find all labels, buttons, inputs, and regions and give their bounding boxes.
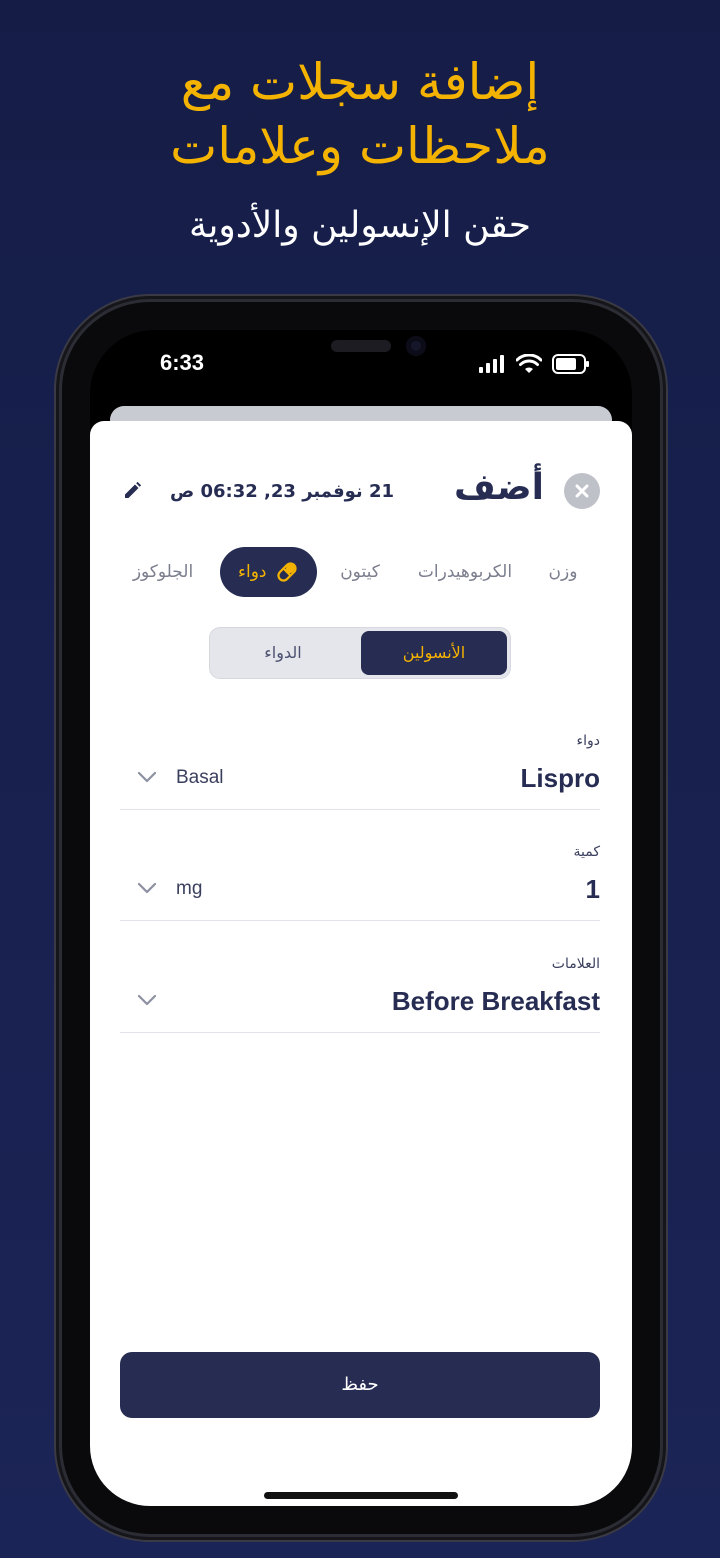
record-datetime[interactable]: 21 نوفمبر 23, 06:32 ص <box>170 481 394 502</box>
medication-field[interactable]: دواء Lispro Basal <box>120 721 600 810</box>
tab-medication[interactable]: دواء <box>220 547 317 597</box>
volume-up-button <box>55 586 61 678</box>
segment-medication[interactable]: الدواء <box>210 631 356 675</box>
chevron-down-icon[interactable] <box>136 993 158 1007</box>
close-icon <box>575 484 589 498</box>
record-type-tabs: وزن الكربوهيدرات كيتون دواء الجلوكوز <box>90 547 632 597</box>
tab-carbs[interactable]: الكربوهيدرات <box>412 547 518 597</box>
wifi-icon <box>516 354 542 373</box>
tab-weight[interactable]: وزن <box>540 547 586 597</box>
tags-field[interactable]: العلامات Before Breakfast <box>120 944 600 1033</box>
segment-insulin[interactable]: الأنسولين <box>361 631 507 675</box>
quantity-label: كمية <box>573 844 601 860</box>
power-button <box>661 618 667 762</box>
sheet-title: أضف <box>454 467 544 508</box>
tab-ketone[interactable]: كيتون <box>330 547 390 597</box>
tags-label: العلامات <box>551 956 600 972</box>
status-icons <box>478 354 590 374</box>
edit-datetime-button[interactable] <box>122 481 142 505</box>
save-button[interactable]: حفظ <box>120 1352 600 1418</box>
speaker-grille <box>331 340 391 352</box>
volume-down-button <box>55 704 61 796</box>
mute-switch <box>55 494 61 542</box>
tags-value: Before Breakfast <box>391 986 600 1016</box>
promo-subheadline: حقن الإنسولين والأدوية <box>189 205 531 246</box>
quantity-unit-value[interactable]: mg <box>176 878 202 900</box>
quantity-value: 1 <box>585 874 600 904</box>
pencil-icon <box>125 481 142 498</box>
tab-medication-label: دواء <box>238 562 267 582</box>
add-record-sheet: أضف 21 نوفمبر 23, 06:32 ص وزن الكربوهيدر… <box>90 421 632 1506</box>
promo-headline: إضافة سجلات مع ملاحظات وعلامات <box>0 50 720 178</box>
quantity-field[interactable]: كمية 1 mg <box>120 833 600 921</box>
signal-icon <box>479 355 504 373</box>
promo-headline-line2: ملاحظات وعلامات <box>170 117 550 175</box>
close-button[interactable] <box>564 473 600 509</box>
medication-type-value[interactable]: Basal <box>176 767 224 789</box>
home-indicator[interactable] <box>264 1492 458 1499</box>
medication-value: Lispro <box>520 763 600 793</box>
chevron-down-icon[interactable] <box>136 881 158 895</box>
promo-headline-line1: إضافة سجلات مع <box>180 53 540 111</box>
tab-glucose[interactable]: الجلوكوز <box>128 547 198 597</box>
camera-icon <box>406 336 426 356</box>
chevron-down-icon[interactable] <box>136 770 158 784</box>
battery-icon <box>552 354 589 374</box>
type-segmented-control: الأنسولين الدواء <box>210 628 510 678</box>
medication-label: دواء <box>576 733 600 749</box>
status-time: 6:33 <box>160 350 205 375</box>
pill-icon <box>276 562 297 582</box>
